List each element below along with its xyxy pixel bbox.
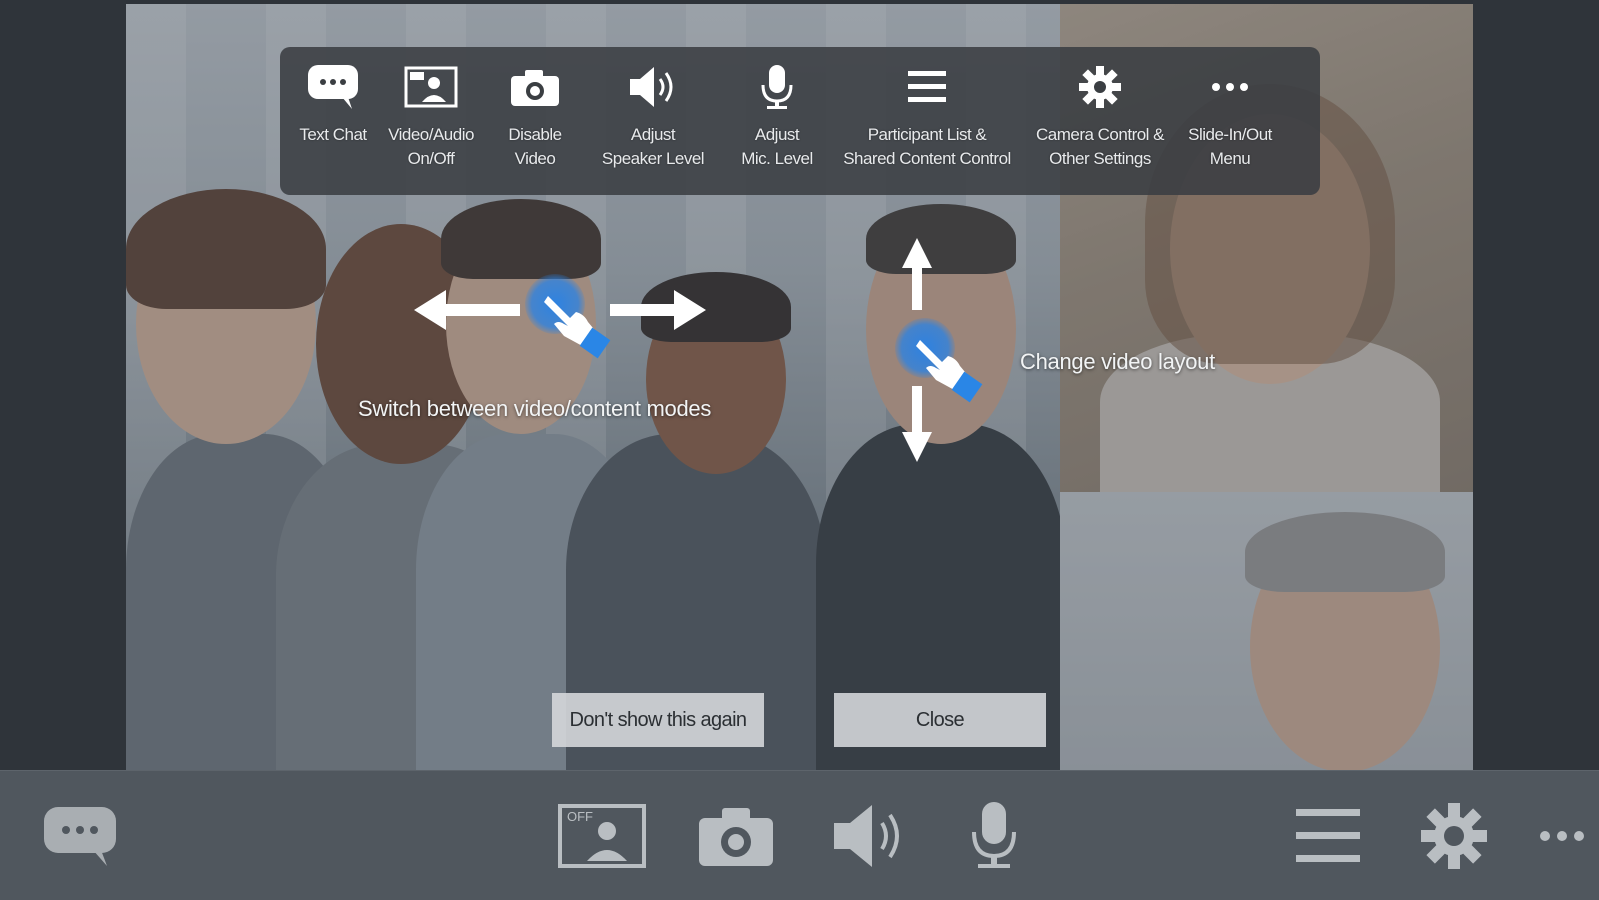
- more-dots-icon: [1210, 61, 1250, 113]
- camera-icon: [509, 61, 561, 113]
- list-icon: [906, 61, 948, 113]
- menu-text-chat[interactable]: Text Chat: [290, 61, 376, 147]
- video-audio-toggle-button[interactable]: OFF: [552, 771, 652, 900]
- gear-icon: [1421, 803, 1487, 869]
- menu-disable-video[interactable]: Disable Video: [486, 61, 584, 171]
- participant-list-button[interactable]: [1278, 771, 1378, 900]
- camera-icon: [699, 808, 773, 866]
- close-button[interactable]: Close: [834, 693, 1046, 747]
- menu-adjust-mic-label: Adjust Mic. Level: [741, 125, 813, 168]
- right-letterbox: [1473, 0, 1599, 770]
- video-call-window: Text Chat Video/Audio On/Off Disable Vid…: [0, 0, 1599, 900]
- left-letterbox: [0, 0, 126, 770]
- menu-camera-control-label: Camera Control & Other Settings: [1035, 125, 1165, 168]
- hand-pointer-icon: [544, 296, 611, 359]
- speaker-level-button[interactable]: [820, 771, 920, 900]
- settings-button[interactable]: [1404, 771, 1504, 900]
- menu-slide-in-out[interactable]: Slide-In/Out Menu: [1178, 61, 1282, 171]
- slide-in-menu-overlay: Text Chat Video/Audio On/Off Disable Vid…: [280, 47, 1320, 195]
- menu-adjust-mic[interactable]: Adjust Mic. Level: [722, 61, 832, 171]
- gear-icon: [1077, 61, 1123, 113]
- menu-video-audio-toggle[interactable]: Video/Audio On/Off: [376, 61, 486, 171]
- video-audio-toggle-icon: [404, 61, 458, 113]
- more-dots-icon: [1540, 831, 1584, 841]
- video-audio-toggle-icon: OFF: [558, 804, 646, 868]
- disable-video-button[interactable]: [686, 771, 786, 900]
- chat-bubble-icon: [306, 61, 360, 113]
- chat-bubble-icon: [44, 807, 116, 866]
- menu-adjust-speaker[interactable]: Adjust Speaker Level: [584, 61, 722, 171]
- hand-pointer-icon-2: [916, 340, 983, 403]
- bottom-toolbar: OFF: [0, 770, 1599, 900]
- hint-switch-modes: Switch between video/content modes: [358, 396, 712, 421]
- menu-text-chat-label: Text Chat: [299, 125, 367, 144]
- menu-participant-list[interactable]: Participant List & Shared Content Contro…: [832, 61, 1022, 171]
- list-icon: [1296, 809, 1360, 862]
- video-off-badge: OFF: [567, 809, 593, 824]
- text-chat-button[interactable]: [30, 771, 130, 900]
- menu-adjust-speaker-label: Adjust Speaker Level: [601, 125, 705, 168]
- speaker-icon: [834, 805, 899, 867]
- menu-participant-list-label: Participant List & Shared Content Contro…: [843, 125, 1011, 168]
- menu-disable-video-label: Disable Video: [508, 125, 562, 168]
- menu-video-audio-label: Video/Audio On/Off: [388, 125, 474, 168]
- dont-show-again-button[interactable]: Don't show this again: [552, 693, 764, 747]
- mic-level-button[interactable]: [944, 771, 1044, 900]
- microphone-icon: [757, 61, 797, 113]
- slide-menu-button[interactable]: [1530, 771, 1594, 900]
- menu-camera-control[interactable]: Camera Control & Other Settings: [1022, 61, 1178, 171]
- microphone-icon: [972, 802, 1016, 868]
- menu-slide-in-out-label: Slide-In/Out Menu: [1188, 125, 1272, 168]
- hint-change-layout: Change video layout: [1020, 349, 1215, 374]
- speaker-icon: [626, 61, 680, 113]
